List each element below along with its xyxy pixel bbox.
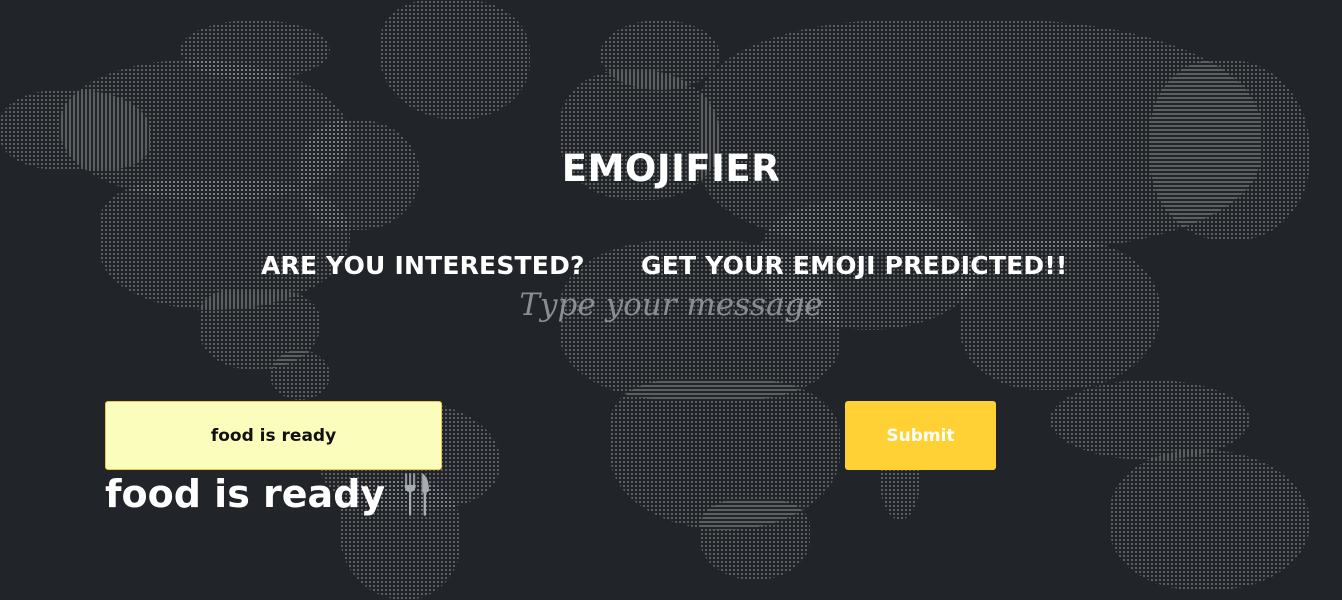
tagline-interested: ARE YOU INTERESTED?: [261, 251, 585, 280]
result-text: food is ready: [105, 472, 386, 516]
prediction-result: food is ready: [105, 468, 431, 520]
message-prompt: Type your message: [519, 287, 823, 323]
fork-and-knife-icon: [403, 471, 431, 517]
submit-button[interactable]: Submit: [845, 401, 996, 470]
app-title: EMOJIFIER: [561, 147, 781, 190]
tagline-emoji-predicted: GET YOUR EMOJI PREDICTED!!: [641, 251, 1068, 280]
page: EMOJIFIER ARE YOU INTERESTED? GET YOUR E…: [0, 0, 1342, 600]
message-input[interactable]: [105, 401, 442, 470]
